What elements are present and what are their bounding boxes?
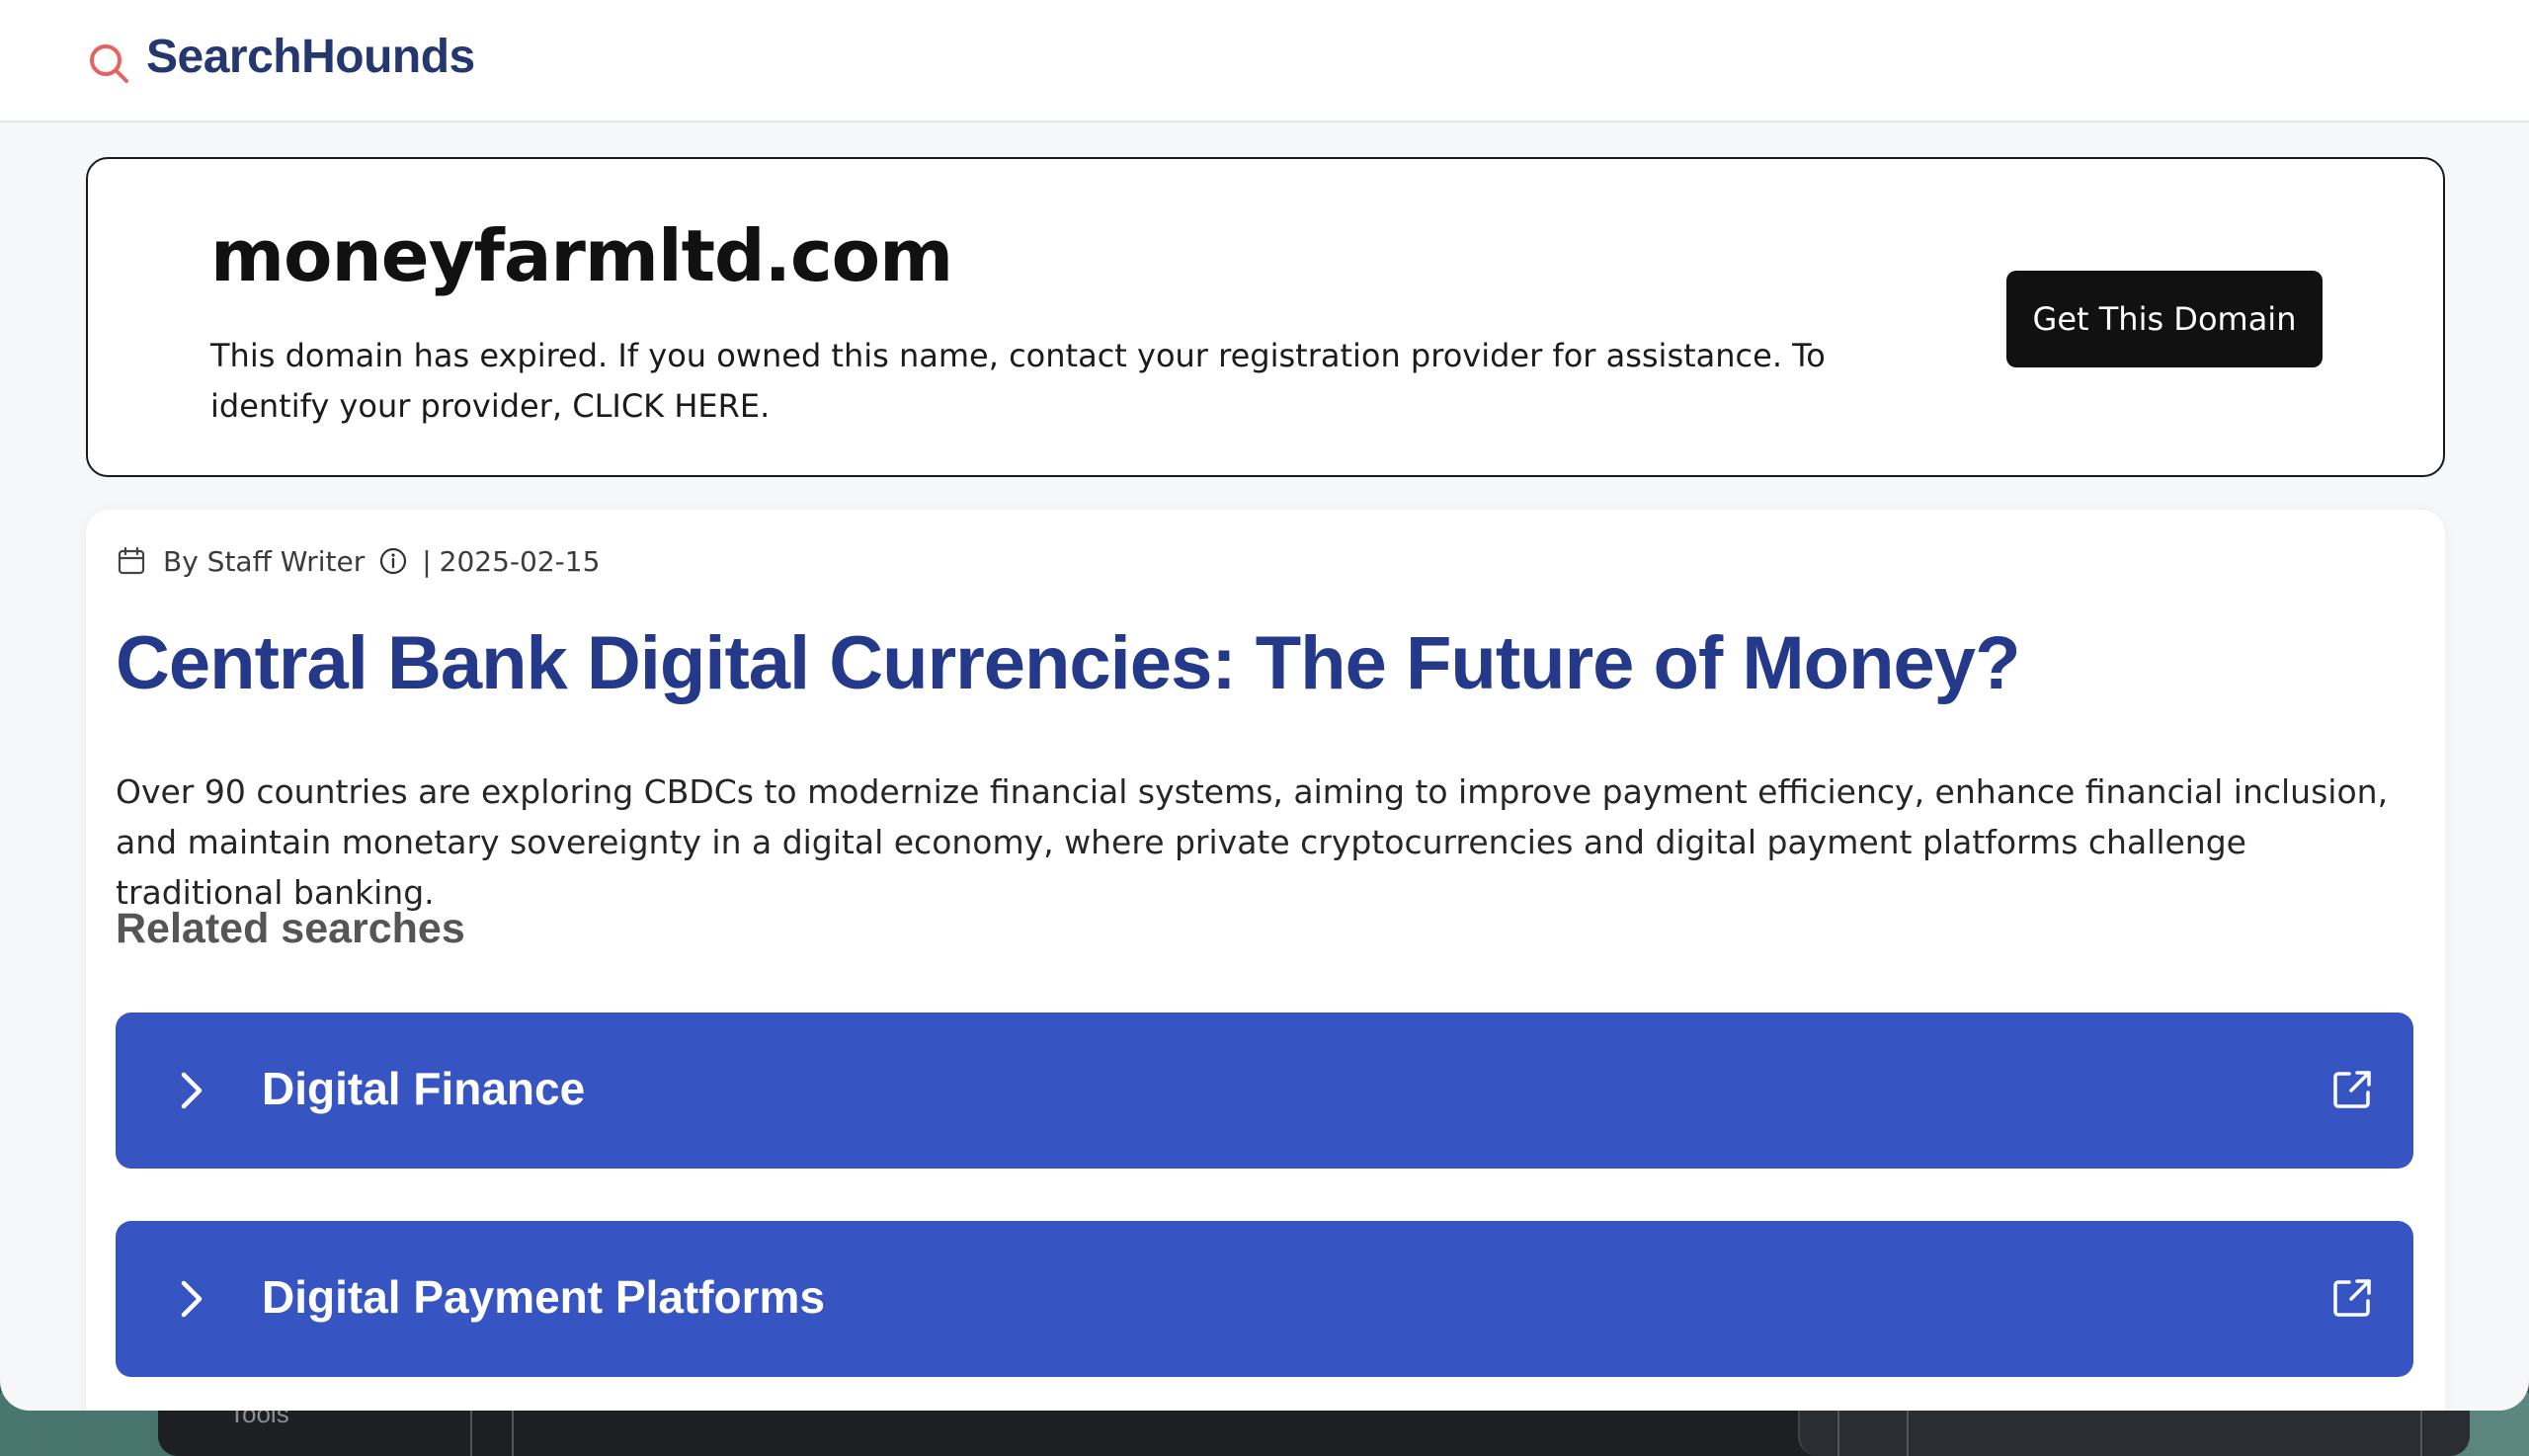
info-icon[interactable] (378, 546, 408, 576)
chevron-right-icon (181, 1072, 203, 1109)
background-window-panel (1798, 1403, 2470, 1456)
search-icon[interactable] (87, 41, 130, 85)
article-date: 2025-02-15 (439, 544, 601, 578)
article-author: By Staff Writer (163, 544, 366, 578)
background-divider (470, 1403, 472, 1456)
get-this-domain-button[interactable]: Get This Domain (2006, 271, 2323, 367)
related-search-item[interactable]: Digital Finance (116, 1012, 2413, 1169)
brand-logo-text[interactable]: SearchHounds (146, 30, 475, 84)
article-meta: By Staff Writer | 2025-02-15 (116, 539, 600, 583)
related-searches-heading: Related searches (116, 905, 465, 952)
calendar-icon (118, 546, 145, 575)
site-header: SearchHounds (0, 0, 2529, 122)
external-link-icon (2333, 1279, 2371, 1317)
domain-expired-message: This domain has expired. If you owned th… (210, 337, 1826, 425)
related-search-item[interactable]: Digital Payment Platforms (116, 1221, 2413, 1377)
domain-expired-notice: moneyfarmltd.com This domain has expired… (86, 157, 2445, 477)
browser-window: SearchHounds moneyfarmltd.com This domai… (0, 0, 2529, 1411)
related-search-label: Digital Finance (262, 1063, 586, 1114)
background-divider (1907, 1403, 1909, 1456)
meta-separator: | (422, 544, 432, 578)
background-divider (1837, 1403, 1839, 1456)
background-divider (2420, 1403, 2422, 1456)
article-summary: Over 90 countries are exploring CBDCs to… (116, 772, 2389, 912)
related-search-label: Digital Payment Platforms (262, 1271, 826, 1323)
article-card: By Staff Writer | 2025-02-15 Central Ban… (86, 510, 2445, 1411)
external-link-icon (2333, 1071, 2371, 1108)
background-divider (512, 1403, 514, 1456)
chevron-right-icon (181, 1280, 203, 1318)
domain-name: moneyfarmltd.com (210, 214, 953, 297)
article-title: Central Bank Digital Currencies: The Fut… (116, 621, 2021, 705)
